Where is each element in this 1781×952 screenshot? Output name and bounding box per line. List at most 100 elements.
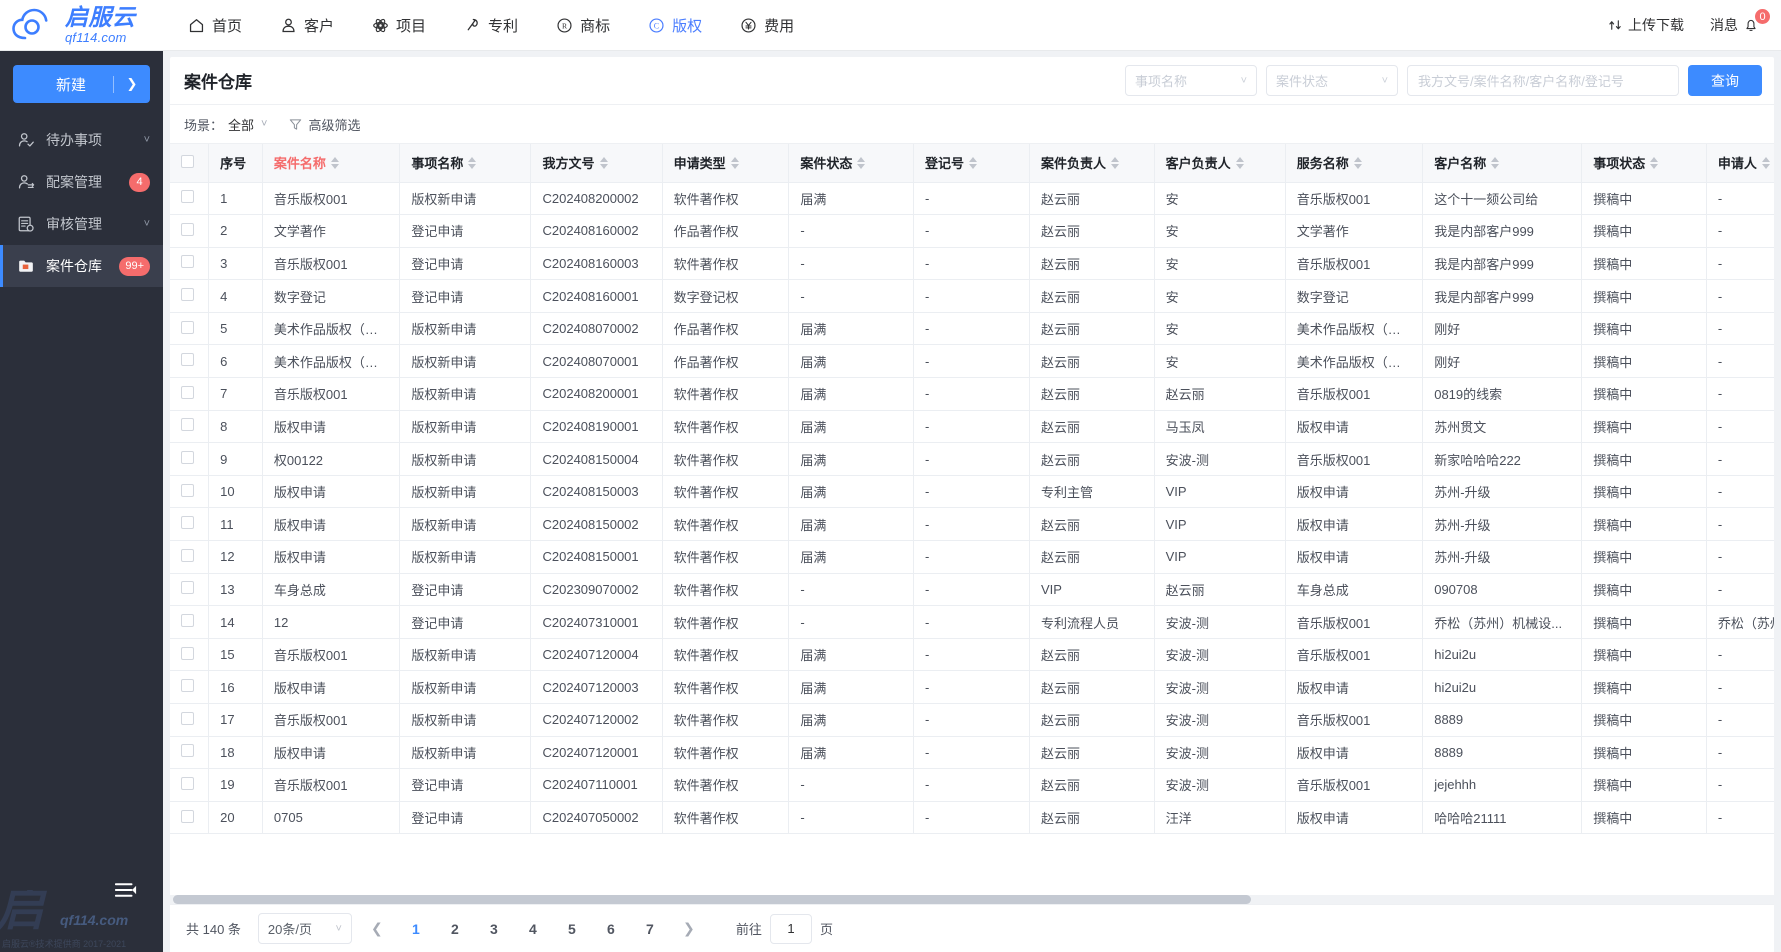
page-size-select[interactable]: 20条/页 ˅ [257, 913, 352, 944]
col-header-index[interactable]: 序号 [208, 144, 263, 183]
row-checkbox[interactable] [181, 516, 194, 530]
cell-svc[interactable]: 数字登记 [1285, 279, 1424, 313]
cell-svc[interactable]: 音乐版权001 [1285, 703, 1424, 737]
table-row[interactable]: 20 0705 登记申请 C202407050002 软件著作权 - - 赵云丽 汪洋 版权申请哈… [170, 801, 1774, 835]
col-header-customer-name[interactable]: 客户名称 [1422, 144, 1583, 183]
row-checkbox[interactable] [181, 776, 194, 790]
col-header-our-docno[interactable]: 我方文号 [530, 144, 663, 183]
table-row[interactable]: 17 音乐版权001 版权新申请 C202407120002 软件著作权 届满 - 赵云丽 安波… [170, 703, 1774, 737]
table-row[interactable]: 12 版权申请 版权新申请 C202408150001 软件著作权 届满 - 赵云丽 VIP 版权… [170, 540, 1774, 574]
cell-cust[interactable]: 8889 [1422, 703, 1583, 737]
row-checkbox[interactable] [181, 255, 194, 269]
page-number-3[interactable]: 3 [480, 915, 508, 943]
table-row[interactable]: 1 音乐版权001 版权新申请 C202408200002 软件著作权 届满 - 赵云丽安音乐… [170, 182, 1774, 216]
horizontal-scrollbar-thumb[interactable] [173, 895, 1251, 904]
cell-svc[interactable]: 音乐版权001 [1285, 377, 1424, 411]
cell-svc[interactable]: 音乐版权001 [1285, 182, 1424, 216]
col-header-item-name[interactable]: 事项名称 [399, 144, 532, 183]
cell-name[interactable]: 音乐版权001 [262, 768, 401, 802]
cell-cust[interactable]: 苏州-升级 [1422, 475, 1583, 509]
cell-name[interactable]: 音乐版权001 [262, 182, 401, 216]
cell-name[interactable]: 音乐版权001 [262, 638, 401, 672]
sidebar-item-audit[interactable]: 审核管理 ˅ [0, 203, 163, 245]
goto-page-input[interactable] [769, 913, 812, 944]
row-checkbox[interactable] [181, 646, 194, 660]
cell-name[interactable]: 0705 [262, 801, 401, 835]
cell-svc[interactable]: 版权申请 [1285, 736, 1424, 770]
sort-icon[interactable] [1353, 156, 1362, 169]
cell-cust[interactable]: 新家哈哈哈222 [1422, 442, 1583, 476]
cell-name[interactable]: 权00122 [262, 442, 401, 476]
sort-icon[interactable] [1650, 156, 1659, 169]
table-row[interactable]: 3 音乐版权001 登记申请 C202408160003 软件著作权 - - 赵云丽安音乐版权… [170, 247, 1774, 281]
page-number-4[interactable]: 4 [519, 915, 547, 943]
sort-icon[interactable] [730, 156, 739, 169]
cell-name[interactable]: 音乐版权001 [262, 247, 401, 281]
prev-page-button[interactable]: ❮ [363, 915, 391, 943]
cell-cust[interactable]: 哈哈哈21111 [1422, 801, 1583, 835]
cell-name[interactable]: 音乐版权001 [262, 377, 401, 411]
col-header-case-status[interactable]: 案件状态 [788, 144, 914, 183]
cell-cust[interactable]: 0819的线索 [1422, 377, 1583, 411]
cell-svc[interactable]: 美术作品版权（省级） [1285, 344, 1424, 379]
cell-cust[interactable]: 乔松（苏州）机械设... [1422, 605, 1583, 639]
row-checkbox[interactable] [181, 679, 194, 693]
table-row[interactable]: 6 美术作品版权（省级） 版权新申请 C202408070001 作品著作权 届满 - 赵云丽… [170, 344, 1774, 379]
table-row[interactable]: 2 文学著作 登记申请 C202408160002 作品著作权 - - 赵云丽安文学著作 我是内… [170, 214, 1774, 248]
nav-item-copyright[interactable]: C 版权 [629, 0, 721, 51]
row-checkbox[interactable] [181, 418, 194, 432]
cell-cust[interactable]: 苏州-升级 [1422, 540, 1583, 574]
table-scroll-area[interactable]: 序号 案件名称 事项名称 我方文号 申请类型 案件状态 登记号 案件负责人 客户… [170, 144, 1774, 904]
cell-name[interactable]: 美术作品版权（省级） [262, 344, 401, 379]
new-button[interactable]: 新建 ❯ [13, 65, 150, 103]
sort-icon[interactable] [968, 156, 977, 169]
case-status-select[interactable]: 案件状态 ˅ [1266, 65, 1398, 96]
nav-item-fee[interactable]: 费用 [721, 0, 813, 51]
brand-logo[interactable]: 启服云 qf114.com [0, 0, 163, 51]
cell-name[interactable]: 音乐版权001 [262, 703, 401, 737]
table-row[interactable]: 7 音乐版权001 版权新申请 C202408200001 软件著作权 届满 - 赵云丽 赵云丽… [170, 377, 1774, 411]
row-checkbox[interactable] [181, 385, 194, 399]
cell-cust[interactable]: 刚好 [1422, 344, 1583, 379]
cell-svc[interactable]: 音乐版权001 [1285, 768, 1424, 802]
cell-cust[interactable]: 我是内部客户999 [1422, 247, 1583, 281]
cell-svc[interactable]: 版权申请 [1285, 801, 1424, 835]
cell-cust[interactable]: jejehhh [1422, 768, 1583, 802]
table-row[interactable]: 19 音乐版权001 登记申请 C202407110001 软件著作权 - - 赵云丽 安波-测… [170, 768, 1774, 802]
col-header-customer-owner[interactable]: 客户负责人 [1154, 144, 1286, 183]
item-name-select[interactable]: 事项名称 ˅ [1125, 65, 1257, 96]
cell-name[interactable]: 数字登记 [262, 279, 401, 313]
sort-icon[interactable] [1235, 156, 1244, 169]
cell-cust[interactable]: 8889 [1422, 736, 1583, 770]
table-row[interactable]: 10 版权申请 版权新申请 C202408150003 软件著作权 届满 - 专利主管 VIP 版… [170, 475, 1774, 509]
cell-name[interactable]: 版权申请 [262, 410, 401, 444]
next-page-button[interactable]: ❯ [675, 915, 703, 943]
cell-svc[interactable]: 音乐版权001 [1285, 247, 1424, 281]
col-header-registration-no[interactable]: 登记号 [913, 144, 1031, 183]
horizontal-scrollbar[interactable] [170, 895, 1774, 904]
cell-name[interactable]: 版权申请 [262, 670, 401, 704]
table-row[interactable]: 5 美术作品版权（中国） 版权新申请 C202408070002 作品著作权 届满 - 赵云丽… [170, 312, 1774, 346]
cell-cust[interactable]: hi2ui2u [1422, 638, 1583, 672]
cell-cust[interactable]: 苏州-升级 [1422, 507, 1583, 542]
sidebar-item-assignment[interactable]: 配案管理 4 [0, 161, 163, 203]
cell-svc[interactable]: 版权申请 [1285, 507, 1424, 542]
nav-item-trademark[interactable]: R 商标 [537, 0, 629, 51]
cell-svc[interactable]: 版权申请 [1285, 540, 1424, 574]
row-checkbox[interactable] [181, 222, 194, 236]
messages-button[interactable]: 消息 0 [1710, 8, 1771, 35]
table-row[interactable]: 15 音乐版权001 版权新申请 C202407120004 软件著作权 届满 - 赵云丽 安波… [170, 638, 1774, 672]
table-row[interactable]: 13 车身总成 登记申请 C202309070002 软件著作权 - - VIP 赵云丽 车身总成… [170, 573, 1774, 607]
cell-name[interactable]: 版权申请 [262, 540, 401, 574]
row-checkbox[interactable] [181, 353, 194, 367]
sort-icon[interactable] [330, 156, 339, 169]
cell-name[interactable]: 12 [262, 605, 401, 639]
select-all-checkbox[interactable] [181, 154, 194, 168]
cell-name[interactable]: 版权申请 [262, 475, 401, 509]
page-number-2[interactable]: 2 [441, 915, 469, 943]
table-row[interactable]: 9 权00122 版权新申请 C202408150004 软件著作权 届满 - 赵云丽 安波-测… [170, 442, 1774, 476]
col-header-case-name[interactable]: 案件名称 [262, 144, 401, 183]
cell-cust[interactable]: 这个十一颏公司给 [1422, 182, 1583, 216]
nav-item-customer[interactable]: 客户 [261, 0, 353, 51]
row-checkbox[interactable] [181, 614, 194, 628]
